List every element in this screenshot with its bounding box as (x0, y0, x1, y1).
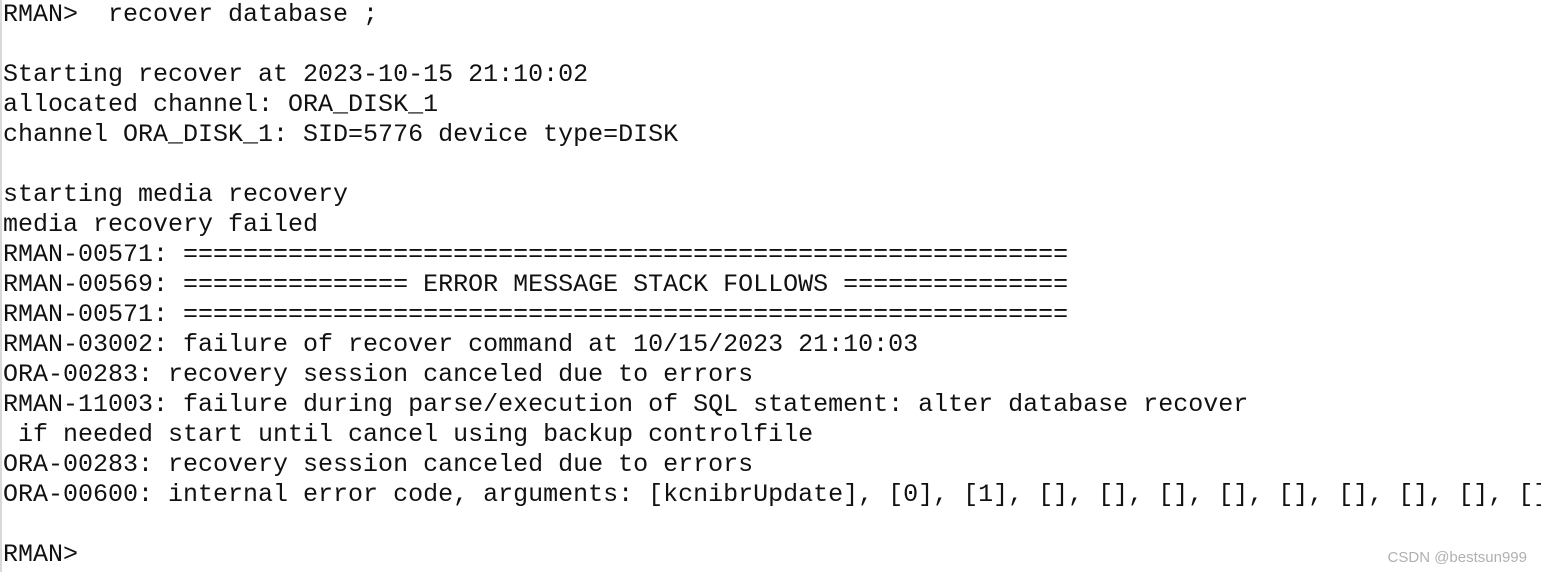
output-line: Starting recover at 2023-10-15 21:10:02 (3, 60, 589, 89)
output-line: allocated channel: ORA_DISK_1 (3, 90, 439, 119)
error-separator-line: RMAN-00571: ============================… (3, 300, 1069, 329)
output-line: channel ORA_DISK_1: SID=5776 device type… (3, 120, 679, 149)
error-line: ORA-00283: recovery session canceled due… (3, 450, 754, 479)
output-line: starting media recovery (3, 180, 349, 209)
error-line: ORA-00283: recovery session canceled due… (3, 360, 754, 389)
watermark: CSDN @bestsun999 (1387, 549, 1527, 566)
terminal-output[interactable]: RMAN> recover database ; Starting recove… (0, 0, 1541, 572)
output-line: media recovery failed (3, 210, 319, 239)
prompt-line[interactable]: RMAN> (2, 540, 1541, 570)
error-line: RMAN-03002: failure of recover command a… (3, 330, 919, 359)
command-line: RMAN> recover database ; (3, 0, 379, 29)
error-separator-line: RMAN-00571: ============================… (3, 240, 1069, 269)
error-line: RMAN-11003: failure during parse/executi… (3, 390, 1249, 419)
error-stack-header-line: RMAN-00569: =============== ERROR MESSAG… (3, 270, 1069, 299)
error-line: ORA-00600: internal error code, argument… (3, 480, 1541, 509)
error-continuation-line: if needed start until cancel using backu… (3, 420, 814, 449)
